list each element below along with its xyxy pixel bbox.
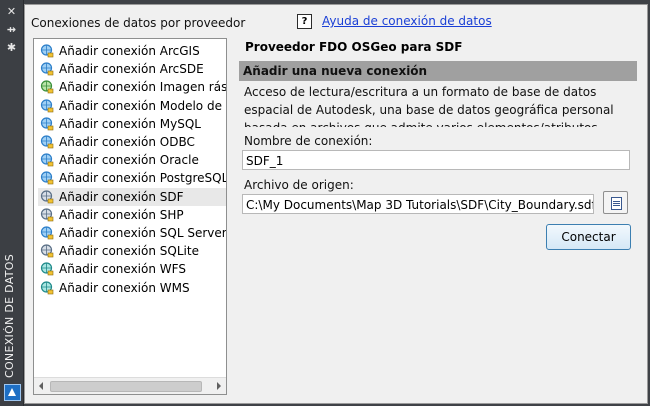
- provider-list-item[interactable]: Añadir conexión SHP: [38, 206, 226, 224]
- data-connect-panel: Conexiones de datos por proveedor Añadir…: [24, 4, 648, 404]
- provider-list-item[interactable]: Añadir conexión MySQL: [38, 115, 226, 133]
- scrollbar-thumb[interactable]: [50, 381, 202, 392]
- file-browse-icon: [611, 197, 622, 210]
- provider-list-item[interactable]: Añadir conexión SQLite: [38, 242, 226, 260]
- globe-plug-icon: [40, 62, 54, 76]
- connection-name-field[interactable]: SDF_1: [242, 150, 630, 170]
- help-link[interactable]: Ayuda de conexión de datos: [322, 14, 492, 28]
- provider-list-item-label: Añadir conexión SQLite: [59, 244, 199, 259]
- provider-list-item[interactable]: Añadir conexión ArcGIS: [38, 42, 226, 60]
- pin-icon[interactable]: ⇸: [5, 24, 18, 36]
- provider-list-item-label: Añadir conexión ArcGIS: [59, 44, 200, 58]
- provider-list-item-label: Añadir conexión MySQL: [59, 116, 201, 131]
- globe-plug-icon: [40, 98, 54, 112]
- provider-list-item[interactable]: Añadir conexión WFS: [38, 260, 226, 278]
- globe-plug-icon: [40, 44, 54, 58]
- globe-plug-icon: [40, 135, 54, 149]
- provider-description: Acceso de lectura/escritura a un formato…: [244, 85, 614, 127]
- globe-plug-icon: [40, 153, 54, 167]
- provider-list-item-label: Añadir conexión SHP: [59, 207, 184, 222]
- providers-header: Conexiones de datos por proveedor: [31, 16, 246, 30]
- scroll-right-icon[interactable]: [217, 382, 221, 390]
- palette-window: ✕ ⇸ ✱ CONEXIÓN DE DATOS Conexiones de da…: [0, 0, 650, 406]
- provider-list-item-label: Añadir conexión ArcSDE: [59, 62, 204, 77]
- file-plug-icon: [40, 208, 54, 222]
- section-header: Añadir una nueva conexión: [239, 61, 637, 81]
- autocad-logo-icon[interactable]: [4, 384, 21, 401]
- file-plug-icon: [40, 189, 54, 203]
- provider-list[interactable]: Añadir conexión ArcGIS Añadir conexión Ar…: [33, 38, 227, 395]
- world-plug-icon: [40, 262, 54, 276]
- provider-list-item-label: Añadir conexión Modelo de secto: [59, 98, 226, 113]
- horizontal-scrollbar[interactable]: [34, 377, 226, 394]
- help-icon[interactable]: ?: [297, 14, 312, 29]
- provider-list-item-label: Añadir conexión SDF: [59, 189, 184, 204]
- provider-list-item[interactable]: Añadir conexión Oracle: [38, 151, 226, 169]
- browse-file-button[interactable]: [603, 191, 628, 214]
- scroll-left-icon[interactable]: [39, 382, 43, 390]
- section-title: Añadir una nueva conexión: [243, 64, 428, 78]
- provider-list-item-label: Añadir conexión ODBC: [59, 135, 195, 149]
- close-icon[interactable]: ✕: [5, 6, 18, 18]
- provider-list-item-label: Añadir conexión Oracle: [59, 153, 199, 168]
- provider-list-item-label: Añadir conexión Imagen ráster o: [59, 80, 226, 95]
- connect-button[interactable]: Conectar: [546, 224, 631, 250]
- globe-plug-icon: [40, 171, 54, 185]
- provider-list-item[interactable]: Añadir conexión SQL Server Spa: [38, 224, 226, 242]
- provider-list-item[interactable]: Añadir conexión Imagen ráster o: [38, 78, 226, 96]
- settings-icon[interactable]: ✱: [5, 42, 18, 54]
- source-file-label: Archivo de origen:: [244, 178, 354, 192]
- provider-list-item-label: Añadir conexión PostgreSQL: [59, 171, 226, 186]
- provider-list-item[interactable]: Añadir conexión ODBC: [38, 133, 226, 151]
- file-plug-icon: [40, 244, 54, 258]
- provider-list-item[interactable]: Añadir conexión WMS: [38, 279, 226, 297]
- palette-title-strip: ✕ ⇸ ✱ CONEXIÓN DE DATOS: [0, 0, 24, 406]
- provider-title: Proveedor FDO OSGeo para SDF: [245, 40, 463, 54]
- provider-list-item[interactable]: Añadir conexión SDF: [38, 187, 226, 206]
- connection-name-label: Nombre de conexión:: [244, 134, 373, 148]
- globe-plug-icon: [40, 117, 54, 131]
- provider-list-item[interactable]: Añadir conexión ArcSDE: [38, 60, 226, 78]
- provider-list-item[interactable]: Añadir conexión Modelo de secto: [38, 97, 226, 115]
- world-plug-icon: [40, 280, 54, 294]
- provider-list-item-label: Añadir conexión WMS: [59, 280, 190, 295]
- palette-title: CONEXIÓN DE DATOS: [3, 253, 16, 378]
- source-file-field[interactable]: C:\My Documents\Map 3D Tutorials\SDF\Cit…: [242, 194, 594, 214]
- globe-plug-icon: [40, 226, 54, 240]
- provider-list-item[interactable]: Añadir conexión PostgreSQL: [38, 169, 226, 187]
- raster-plug-icon: [40, 80, 54, 94]
- provider-list-item-label: Añadir conexión WFS: [59, 262, 186, 277]
- provider-list-item-label: Añadir conexión SQL Server Spa: [59, 226, 226, 240]
